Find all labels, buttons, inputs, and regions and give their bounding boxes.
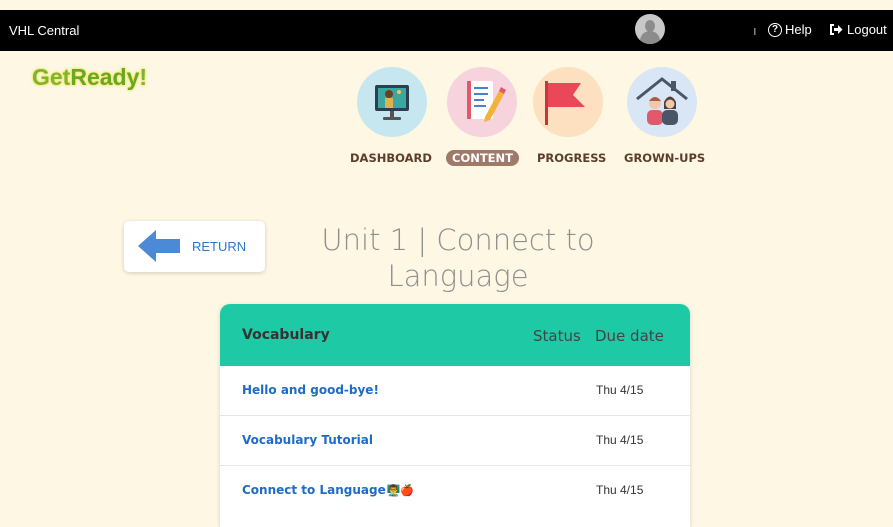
help-label: Help bbox=[785, 22, 812, 37]
logo-part-get: Get bbox=[32, 64, 71, 90]
brand-name[interactable]: VHL Central bbox=[9, 23, 79, 38]
logo-part-ready: Ready bbox=[70, 64, 140, 90]
top-bar: VHL Central ı ? Help Logout bbox=[0, 10, 893, 51]
status-header: Status bbox=[533, 327, 581, 345]
table-header: Vocabulary Status Due date bbox=[220, 304, 690, 366]
notepad-pencil-icon[interactable] bbox=[447, 67, 517, 137]
logout-link[interactable]: Logout bbox=[829, 22, 887, 37]
family-house-icon[interactable] bbox=[627, 67, 697, 137]
logout-icon bbox=[830, 24, 843, 35]
activity-link[interactable]: Vocabulary Tutorial bbox=[242, 433, 373, 447]
page-title: Unit 1 | Connect to Language bbox=[321, 223, 595, 293]
activity-link[interactable]: Connect to Language👨‍🏫🍎 bbox=[242, 483, 414, 497]
teacher-apple-icon: 👨‍🏫🍎 bbox=[386, 484, 415, 497]
help-icon: ? bbox=[768, 22, 782, 37]
table-row[interactable]: Connect to Language👨‍🏫🍎 Thu 4/15 bbox=[220, 466, 690, 516]
nav-dashboard[interactable]: DASHBOARD bbox=[350, 151, 432, 165]
return-button[interactable]: RETURN bbox=[124, 221, 265, 272]
avatar[interactable] bbox=[635, 14, 665, 44]
due-date: Thu 4/15 bbox=[596, 383, 644, 397]
return-label: RETURN bbox=[192, 239, 247, 254]
help-link[interactable]: ? Help bbox=[768, 22, 812, 37]
getready-logo[interactable]: GetReady! bbox=[32, 64, 147, 91]
flag-icon[interactable] bbox=[533, 67, 603, 137]
section-title: Vocabulary bbox=[242, 327, 330, 343]
nav-content[interactable]: CONTENT bbox=[446, 150, 520, 166]
logo-part-exclaim: ! bbox=[139, 64, 148, 90]
nav-progress[interactable]: PROGRESS bbox=[537, 151, 606, 165]
arrow-left-icon bbox=[138, 230, 180, 262]
activity-link-label: Connect to Language bbox=[242, 483, 386, 497]
table-row[interactable]: Hello and good-bye! Thu 4/15 bbox=[220, 366, 690, 416]
assignment-table: Vocabulary Status Due date Hello and goo… bbox=[220, 304, 690, 527]
logout-label: Logout bbox=[847, 22, 887, 37]
activity-link[interactable]: Hello and good-bye! bbox=[242, 383, 379, 397]
due-date-header: Due date bbox=[595, 327, 664, 345]
nav-grown-ups[interactable]: GROWN-UPS bbox=[624, 151, 705, 165]
teacher-screen-icon[interactable] bbox=[357, 67, 427, 137]
table-row[interactable]: Vocabulary Tutorial Thu 4/15 bbox=[220, 416, 690, 466]
due-date: Thu 4/15 bbox=[596, 433, 644, 447]
due-date: Thu 4/15 bbox=[596, 483, 644, 497]
separator: ı bbox=[753, 23, 757, 38]
